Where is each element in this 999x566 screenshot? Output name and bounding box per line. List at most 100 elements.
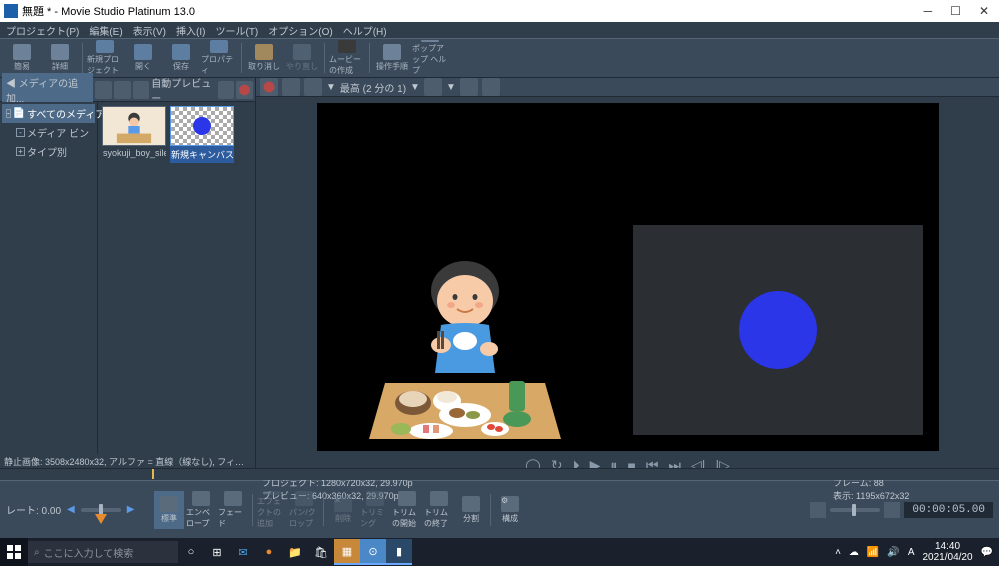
minimize-button[interactable]: ─ — [924, 4, 933, 18]
app-icon — [4, 4, 18, 18]
system-tray: ˄ ☁ 📶 🔊 A 14:402021/04/20 💬 — [829, 541, 999, 563]
preview-record-icon[interactable] — [260, 78, 278, 96]
media-thumb[interactable]: 新規キャンバス.png — [170, 106, 234, 163]
collapse-icon[interactable]: - — [16, 128, 25, 137]
tree-media-bin[interactable]: -メディア ビン — [2, 123, 95, 142]
tl-compose[interactable]: ⚙構成 — [495, 491, 525, 529]
media-props-icon[interactable] — [114, 81, 131, 99]
expand-icon[interactable]: + — [16, 147, 25, 156]
zoom-slider[interactable] — [830, 508, 880, 512]
preview-device-icon[interactable] — [282, 78, 300, 96]
mail-icon[interactable]: ✉ — [230, 539, 256, 565]
tray-ime-icon[interactable]: A — [908, 547, 915, 558]
tl-delete[interactable]: ✕削除 — [328, 491, 358, 529]
rate-prev-icon[interactable]: ◀ — [67, 504, 75, 515]
preview-area — [256, 97, 999, 457]
toolbar-simple[interactable]: 簡易 — [4, 40, 40, 76]
window-controls: ─ ☐ ✕ — [924, 4, 995, 18]
preview-ext-icon[interactable] — [304, 78, 322, 96]
menu-edit[interactable]: 編集(E) — [89, 23, 122, 38]
title-bar: 無題 * - Movie Studio Platinum 13.0 ─ ☐ ✕ — [0, 0, 999, 22]
media-thumb[interactable]: syokuji_boy_silent.png — [102, 106, 166, 160]
tl-marker-icon[interactable] — [810, 502, 826, 518]
tl-tool-normal[interactable]: 標準 — [154, 491, 184, 529]
toolbar-guide[interactable]: 操作手順 — [374, 40, 410, 76]
menu-help[interactable]: ヘルプ(H) — [343, 23, 387, 38]
media-record-icon[interactable] — [236, 81, 253, 99]
main-toolbar: 簡易 詳細 新規プロジェクト 開く 保存 プロパティ 取り消し やり直し ムービ… — [0, 38, 999, 78]
menu-insert[interactable]: 挿入(I) — [176, 23, 205, 38]
menu-tools[interactable]: ツール(T) — [215, 23, 258, 38]
blue-circle-shape — [739, 291, 817, 369]
tl-trim[interactable]: トリミング — [360, 491, 390, 529]
search-placeholder: ここに入力して検索 — [44, 545, 134, 560]
tray-wifi-icon[interactable]: 📶 — [867, 547, 879, 558]
tl-add-fx[interactable]: エフェクトの追加 — [257, 491, 287, 529]
tray-clock[interactable]: 14:402021/04/20 — [922, 541, 972, 563]
menu-options[interactable]: オプション(O) — [268, 23, 332, 38]
toolbar-detail[interactable]: 詳細 — [42, 40, 78, 76]
media-fx-icon[interactable] — [133, 81, 150, 99]
firefox-icon[interactable]: ● — [256, 539, 282, 565]
toolbar-make-movie[interactable]: ムービーの作成 — [329, 40, 365, 76]
media-delete-icon[interactable] — [95, 81, 112, 99]
tree-all-media[interactable]: -📄すべてのメディア — [2, 104, 95, 123]
tl-fit-icon[interactable] — [884, 502, 900, 518]
media-tab-label[interactable]: メディアの追加... — [6, 79, 78, 105]
boy-image — [365, 243, 565, 443]
toolbar-undo[interactable]: 取り消し — [246, 40, 282, 76]
tl-tool-fade[interactable]: フェード — [218, 491, 248, 529]
tl-trim-end[interactable]: トリムの終了 — [424, 491, 454, 529]
toolbar-new-project[interactable]: 新規プロジェクト — [87, 40, 123, 76]
media-panel: ◀ メディアの追加... 自動プレビュー -📄すべてのメディア -メディア ビン… — [0, 78, 256, 468]
preview-panel: ▼ 最高 (2 分の 1) ▼ ▼ — [256, 78, 999, 468]
toolbar-save[interactable]: 保存 — [163, 40, 199, 76]
preview-grid-icon[interactable] — [424, 78, 442, 96]
close-button[interactable]: ✕ — [979, 4, 989, 18]
media-status: 静止画像: 3508x2480x32, アルファ = 直線（線なし), フィ… — [0, 454, 255, 468]
tl-split[interactable]: 分割 — [456, 491, 486, 529]
menu-project[interactable]: プロジェクト(P) — [6, 23, 79, 38]
tree-by-type[interactable]: +タイプ別 — [2, 142, 95, 161]
media-thumbnails: syokuji_boy_silent.png 新規キャンバス.png — [98, 102, 255, 454]
movie-studio-taskbar-icon[interactable]: ▮ — [386, 539, 412, 565]
app1-icon[interactable]: ▦ — [334, 539, 360, 565]
taskbar-search[interactable]: ⌕ ここに入力して検索 — [28, 541, 178, 563]
preview-copy-icon[interactable] — [460, 78, 478, 96]
cortana-icon[interactable]: ○ — [178, 539, 204, 565]
rate-slider[interactable] — [81, 508, 121, 512]
task-view-icon[interactable]: ⊞ — [204, 539, 230, 565]
toolbar-popup-help[interactable]: ポップアップ ヘルプ — [412, 40, 448, 76]
toolbar-redo[interactable]: やり直し — [284, 40, 320, 76]
toolbar-properties[interactable]: プロパティ — [201, 40, 237, 76]
preview-quality-label[interactable]: 最高 (2 分の 1) — [340, 80, 406, 95]
media-view-icon[interactable] — [218, 81, 235, 99]
toolbar-open[interactable]: 開く — [125, 40, 161, 76]
thumb-label: 新規キャンバス.png — [170, 146, 234, 163]
video-preview[interactable] — [317, 103, 939, 451]
store-icon[interactable]: 🛍 — [308, 539, 334, 565]
preview-toolbar: ▼ 最高 (2 分の 1) ▼ ▼ — [256, 78, 999, 97]
rate-control: レート: 0.00 ◀ ▶ — [0, 502, 150, 517]
explorer-icon[interactable]: 📁 — [282, 539, 308, 565]
tray-chevron-icon[interactable]: ˄ — [835, 547, 841, 558]
media-tree: -📄すべてのメディア -メディア ビン +タイプ別 — [0, 102, 98, 454]
thumb-label: syokuji_boy_silent.png — [102, 146, 166, 160]
media-panel-toolbar: ◀ メディアの追加... 自動プレビュー — [0, 78, 255, 102]
app2-icon[interactable]: ⊙ — [360, 539, 386, 565]
tray-cloud-icon[interactable]: ☁ — [849, 547, 859, 558]
timecode-display[interactable]: 00:00:05.00 — [904, 502, 993, 518]
menu-view[interactable]: 表示(V) — [133, 23, 166, 38]
tray-notifications-icon[interactable]: 💬 — [981, 547, 993, 558]
preview-save-icon[interactable] — [482, 78, 500, 96]
tray-volume-icon[interactable]: 🔊 — [887, 547, 899, 558]
timeline-ruler[interactable] — [0, 468, 999, 480]
window-title: 無題 * - Movie Studio Platinum 13.0 — [22, 3, 195, 19]
tl-tool-envelope[interactable]: エンベロープ — [186, 491, 216, 529]
tl-pan-crop[interactable]: パン/クロップ — [289, 491, 319, 529]
auto-preview-label[interactable]: 自動プレビュー — [151, 75, 216, 105]
rate-next-icon[interactable]: ▶ — [127, 504, 135, 515]
tl-trim-start[interactable]: トリムの開始 — [392, 491, 422, 529]
collapse-icon[interactable]: - — [6, 109, 11, 118]
maximize-button[interactable]: ☐ — [950, 4, 961, 18]
